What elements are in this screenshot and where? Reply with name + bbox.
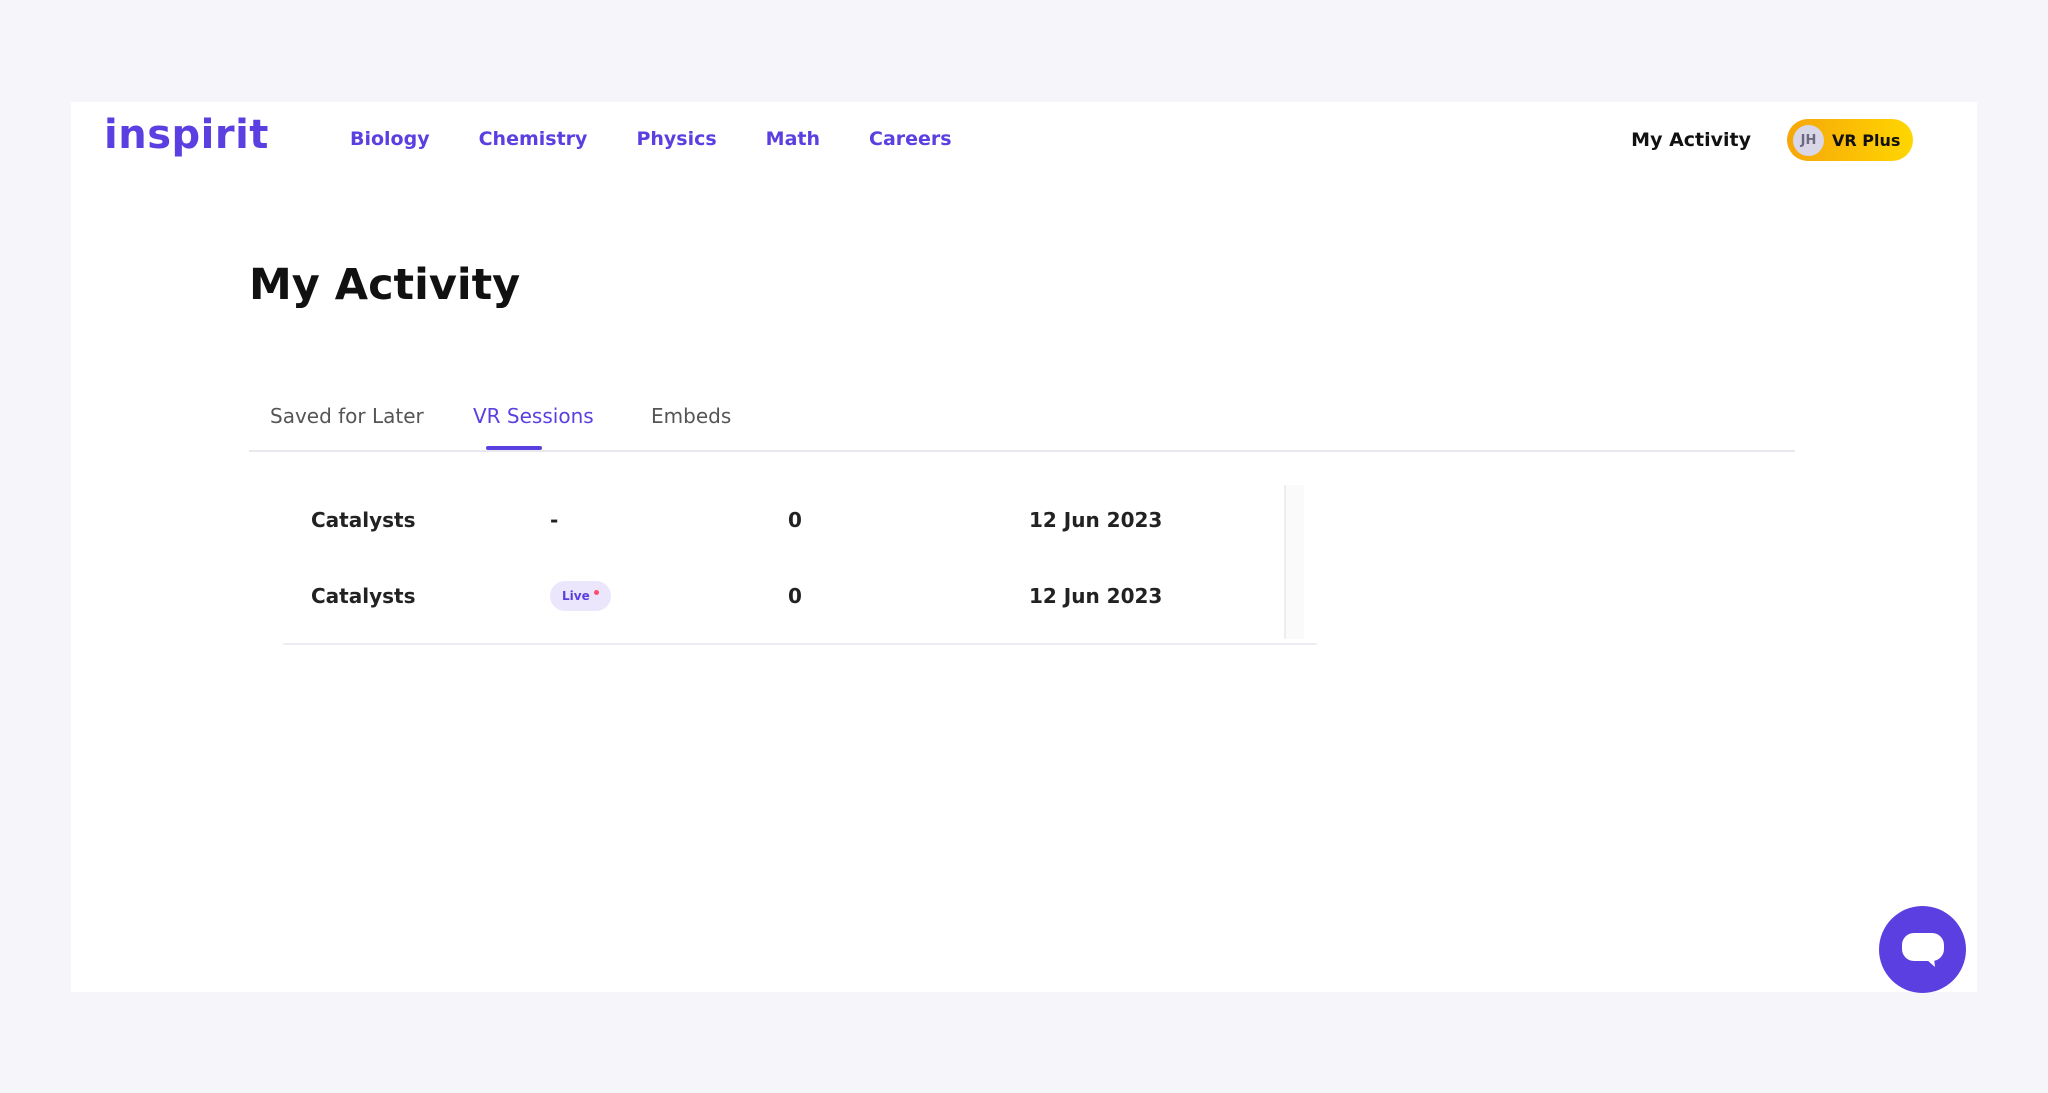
sessions-table: Catalysts - 0 12 Jun 2023 Catalysts Live… (283, 485, 1317, 645)
tab-vr-sessions[interactable]: VR Sessions (473, 404, 594, 428)
nav-careers[interactable]: Careers (869, 128, 952, 150)
tab-embeds[interactable]: Embeds (651, 404, 731, 428)
plan-label: VR Plus (1832, 130, 1901, 150)
page-title: My Activity (249, 260, 521, 310)
session-date: 12 Jun 2023 (1029, 508, 1163, 532)
session-title: Catalysts (311, 584, 416, 608)
session-title: Catalysts (311, 508, 416, 532)
nav-math[interactable]: Math (766, 128, 820, 150)
session-date: 12 Jun 2023 (1029, 584, 1163, 608)
live-badge: Live (550, 581, 611, 611)
header-actions: My Activity JH VR Plus (1631, 119, 1913, 161)
session-count: 0 (788, 508, 802, 532)
live-dot-icon (593, 589, 599, 595)
nav-chemistry[interactable]: Chemistry (479, 128, 588, 150)
table-row[interactable]: Catalysts Live 0 12 Jun 2023 (283, 576, 1283, 616)
session-status: Live (550, 576, 611, 616)
main-nav: Biology Chemistry Physics Math Careers (350, 128, 1001, 150)
session-count: 0 (788, 584, 802, 608)
profile-plan-button[interactable]: JH VR Plus (1787, 119, 1913, 161)
nav-biology[interactable]: Biology (350, 128, 430, 150)
app-window: inspirit Biology Chemistry Physics Math … (71, 102, 1977, 992)
table-scrollbar[interactable] (1284, 485, 1304, 639)
activity-tabs: Saved for Later VR Sessions Embeds (249, 402, 1795, 452)
avatar: JH (1793, 124, 1824, 156)
table-row[interactable]: Catalysts - 0 12 Jun 2023 (283, 500, 1283, 540)
chat-button[interactable] (1879, 906, 1966, 993)
nav-physics[interactable]: Physics (636, 128, 716, 150)
inspirit-logo[interactable]: inspirit (104, 112, 269, 158)
active-tab-indicator (486, 446, 542, 450)
tab-saved-for-later[interactable]: Saved for Later (270, 404, 424, 428)
my-activity-link[interactable]: My Activity (1631, 129, 1751, 151)
chat-bubble-icon (1901, 932, 1944, 967)
session-status: - (550, 508, 559, 532)
live-badge-label: Live (562, 589, 590, 603)
